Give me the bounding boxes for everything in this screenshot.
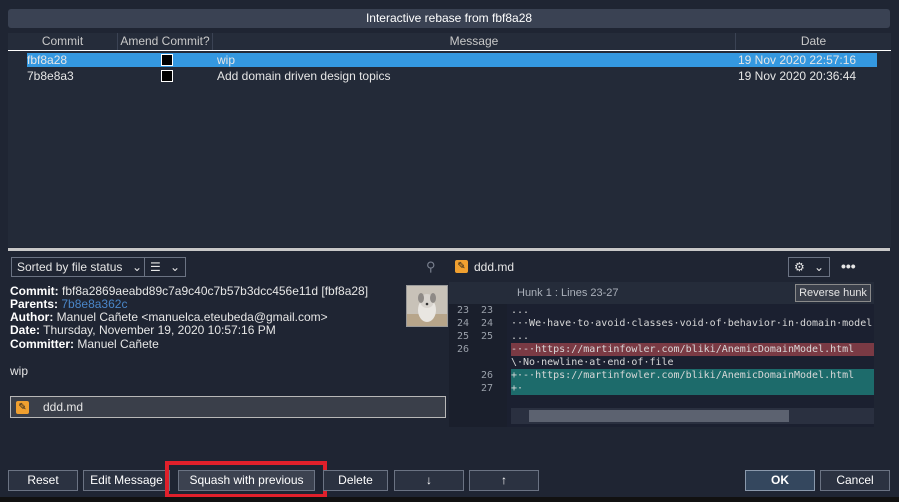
hunk-title: Hunk 1 : Lines 23-27 — [517, 287, 619, 299]
commit-message: wip — [217, 53, 236, 67]
chevron-down-icon: ⌄ — [131, 260, 142, 274]
old-line-number: 26 — [456, 344, 469, 355]
diff-line-deleted: -·-·https://martinfowler.com/bliki/Anemi… — [511, 343, 874, 356]
sort-dropdown-label: Sorted by file status — [17, 260, 123, 274]
new-line-number: 24 — [480, 318, 493, 329]
diff-line-context: ···We·have·to·avoid·classes·void·of·beha… — [511, 318, 873, 329]
pane-splitter[interactable] — [8, 248, 890, 251]
file-name: ddd.md — [43, 400, 84, 414]
old-line-number: 24 — [456, 318, 469, 329]
commit-details-pane: Sorted by file status ⌄ ☰ ⌄ ⚲ Commit: fb… — [8, 252, 448, 457]
commit-row-7b8e8a3[interactable]: 7b8e8a3 Add domain driven design topics … — [27, 69, 877, 83]
cancel-button[interactable]: Cancel — [820, 470, 890, 491]
committer-value: Manuel Cañete — [77, 337, 159, 351]
column-header-commit[interactable]: Commit — [8, 33, 118, 50]
new-line-number: 25 — [480, 331, 493, 342]
edit-message-button[interactable]: Edit Message — [83, 470, 170, 491]
list-icon: ☰ — [150, 260, 161, 274]
more-options-icon[interactable]: ••• — [841, 258, 856, 274]
author-label: Author: — [10, 310, 54, 324]
diff-line-added: +·-·https://martinfowler.com/bliki/Anemi… — [511, 369, 874, 382]
view-mode-dropdown[interactable]: ☰ ⌄ — [144, 257, 186, 277]
parents-label: Parents: — [10, 297, 59, 311]
chevron-down-icon: ⌄ — [813, 260, 824, 274]
diff-view: Hunk 1 : Lines 23-27 Reverse hunk 23 23 … — [449, 282, 874, 427]
ok-button[interactable]: OK — [745, 470, 815, 491]
horizontal-scrollbar[interactable] — [511, 408, 874, 424]
move-down-button[interactable]: ↓ — [394, 470, 464, 491]
scrollbar-thumb[interactable] — [529, 410, 789, 422]
date-label: Date: — [10, 323, 41, 337]
delete-button[interactable]: Delete — [323, 470, 388, 491]
commit-hash: 7b8e8a3 — [27, 69, 74, 83]
commit-row-fbf8a28[interactable]: fbf8a28 wip 19 Nov 2020 22:57:16 — [27, 53, 877, 67]
header-divider — [8, 50, 891, 51]
move-up-button[interactable]: ↑ — [469, 470, 539, 491]
old-line-number: 25 — [456, 331, 469, 342]
commit-hash: fbf8a28 — [27, 53, 68, 67]
amend-checkbox[interactable] — [161, 54, 173, 66]
dialog-title: Interactive rebase from fbf8a28 — [8, 9, 890, 28]
sort-dropdown[interactable]: Sorted by file status ⌄ — [11, 257, 148, 277]
date-value: Thursday, November 19, 2020 10:57:16 PM — [43, 323, 276, 337]
column-header-amend[interactable]: Amend Commit? — [118, 33, 213, 50]
gear-icon: ⚙ — [794, 260, 805, 274]
column-header-message[interactable]: Message — [213, 33, 736, 50]
column-header-date[interactable]: Date — [736, 33, 891, 50]
avatar — [406, 285, 448, 327]
commit-date: 19 Nov 2020 20:36:44 — [738, 69, 857, 83]
old-line-number: 23 — [456, 305, 469, 316]
status-bar — [0, 497, 899, 502]
diff-line-context: ... — [511, 305, 530, 316]
commit-message: Add domain driven design topics — [217, 69, 391, 83]
search-icon[interactable]: ⚲ — [426, 259, 436, 275]
commit-sha: fbf8a2869aeabd89c7a9c40c7b57b3dcc456e11d… — [62, 284, 369, 298]
new-line-number: 27 — [480, 383, 493, 394]
diff-line-added: +· — [511, 382, 874, 395]
reset-button[interactable]: Reset — [8, 470, 78, 491]
diff-line-no-newline: \·No·newline·at·end·of·file — [511, 357, 674, 368]
new-line-number: 23 — [480, 305, 493, 316]
amend-checkbox[interactable] — [161, 70, 173, 82]
diff-line-context: ... — [511, 331, 530, 342]
new-line-number: 26 — [480, 370, 493, 381]
highlight-box — [165, 461, 327, 498]
edit-file-icon: ✎ — [16, 401, 29, 414]
diff-pane: ✎ ddd.md ⚙ ⌄ ••• Hunk 1 : Lines 23-27 Re… — [449, 252, 890, 457]
committer-label: Committer: — [10, 337, 75, 351]
edit-file-icon: ✎ — [455, 260, 468, 273]
parent-link[interactable]: 7b8e8a362c — [61, 297, 127, 311]
commit-label: Commit: — [10, 284, 59, 298]
chevron-down-icon: ⌄ — [169, 260, 180, 274]
settings-dropdown[interactable]: ⚙ ⌄ — [788, 257, 830, 277]
reverse-hunk-button[interactable]: Reverse hunk — [795, 284, 871, 302]
diff-file-name: ddd.md — [474, 260, 515, 274]
author-value: Manuel Cañete <manuelca.eteubeda@gmail.c… — [56, 310, 328, 324]
commit-message-body: wip — [10, 364, 29, 378]
commit-grid: Commit Amend Commit? Message Date fbf8a2… — [8, 33, 891, 247]
file-list-item[interactable]: ✎ ddd.md — [10, 396, 446, 418]
commit-date: 19 Nov 2020 22:57:16 — [738, 53, 857, 67]
